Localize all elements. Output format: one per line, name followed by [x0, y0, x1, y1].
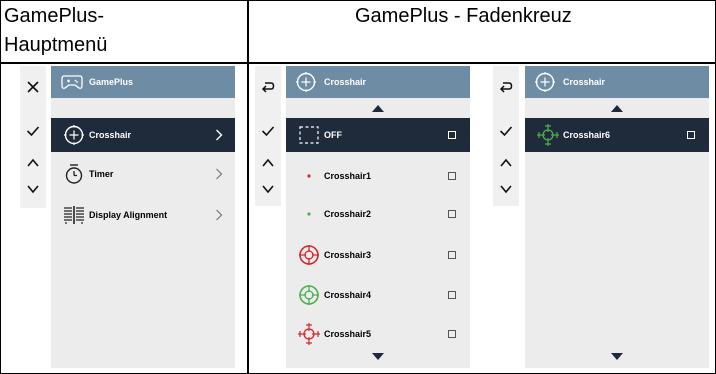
- close-icon: [27, 81, 39, 93]
- green-tick-crosshair-icon: [537, 124, 559, 146]
- menu-item-timer[interactable]: Timer: [51, 157, 235, 191]
- crosshair-option-label: Crosshair5: [324, 329, 372, 339]
- red-dot-icon: [307, 174, 311, 178]
- chevron-down-icon: [500, 185, 512, 194]
- crosshair-option-6[interactable]: Crosshair6: [525, 118, 709, 152]
- back-arrow-icon: [499, 82, 513, 93]
- chevron-up-icon: [262, 158, 274, 167]
- up-button[interactable]: [255, 152, 281, 174]
- crosshair-option-4[interactable]: Crosshair4: [286, 278, 470, 312]
- header-main-menu-line1: GamePlus-: [4, 5, 105, 27]
- checkbox[interactable]: [448, 172, 456, 180]
- chevron-right-icon: [216, 129, 223, 141]
- close-button[interactable]: [20, 76, 46, 98]
- menu-item-display-alignment[interactable]: Display Alignment: [51, 198, 235, 232]
- nav-strip-crosshair-scrolled: [493, 66, 519, 206]
- osd-panel-crosshair-scrolled: Crosshair Crosshair6: [525, 66, 709, 368]
- crosshair-icon: [296, 72, 316, 92]
- menu-item-label: Display Alignment: [89, 210, 168, 220]
- crosshair-option-2[interactable]: Crosshair2: [286, 197, 470, 231]
- crosshair-option-label: OFF: [324, 130, 342, 140]
- chevron-up-icon: [500, 158, 512, 167]
- up-button[interactable]: [493, 152, 519, 174]
- red-crosshair-icon: [299, 245, 319, 265]
- crosshair-option-off[interactable]: OFF: [286, 118, 470, 152]
- chevron-right-icon: [216, 168, 223, 180]
- crosshair-option-1[interactable]: Crosshair1: [286, 159, 470, 193]
- check-icon: [499, 126, 513, 137]
- red-tick-crosshair-icon: [298, 323, 320, 345]
- back-arrow-icon: [261, 82, 275, 93]
- back-button[interactable]: [493, 76, 519, 98]
- panel-title: Crosshair: [563, 77, 606, 87]
- osd-panel-main-menu: GamePlus Crosshair Timer Display Alignme…: [51, 66, 235, 368]
- check-icon: [26, 126, 40, 137]
- green-crosshair-icon: [299, 285, 319, 305]
- back-button[interactable]: [255, 76, 281, 98]
- checkbox[interactable]: [448, 251, 456, 259]
- up-button[interactable]: [20, 152, 46, 174]
- crosshair-option-label: Crosshair6: [563, 130, 611, 140]
- panel-header: Crosshair: [525, 66, 709, 98]
- gamepad-icon: [61, 75, 83, 89]
- menu-item-label: Crosshair: [89, 130, 132, 140]
- crosshair-icon: [535, 72, 555, 92]
- confirm-button[interactable]: [493, 120, 519, 142]
- scroll-up-arrow-icon[interactable]: [611, 105, 623, 112]
- chevron-right-icon: [216, 209, 223, 221]
- checkbox[interactable]: [448, 330, 456, 338]
- panel-header: GamePlus: [51, 66, 235, 98]
- down-button[interactable]: [20, 178, 46, 200]
- down-button[interactable]: [255, 178, 281, 200]
- chevron-down-icon: [262, 185, 274, 194]
- header-crosshair: GamePlus - Fadenkreuz: [355, 5, 572, 27]
- crosshair-option-label: Crosshair1: [324, 171, 372, 181]
- scroll-up-arrow-icon[interactable]: [372, 105, 384, 112]
- check-icon: [261, 126, 275, 137]
- confirm-button[interactable]: [255, 120, 281, 142]
- column-divider: [247, 0, 249, 374]
- display-alignment-icon: [64, 206, 84, 224]
- crosshair-icon: [64, 125, 84, 145]
- crosshair-option-label: Crosshair3: [324, 250, 372, 260]
- panel-title: GamePlus: [89, 77, 134, 87]
- checkbox[interactable]: [448, 291, 456, 299]
- off-dashed-box-icon: [299, 126, 319, 144]
- scroll-down-arrow-icon[interactable]: [611, 353, 623, 360]
- timer-icon: [65, 164, 83, 184]
- menu-item-crosshair[interactable]: Crosshair: [51, 118, 235, 152]
- menu-item-label: Timer: [89, 169, 114, 179]
- checkbox[interactable]: [687, 131, 695, 139]
- header-divider: [0, 62, 716, 64]
- confirm-button[interactable]: [20, 120, 46, 142]
- header-main-menu-line2: Hauptmenü: [4, 34, 108, 56]
- crosshair-option-5[interactable]: Crosshair5: [286, 317, 470, 351]
- green-dot-icon: [307, 212, 311, 216]
- nav-strip-main: [20, 66, 46, 208]
- osd-panel-crosshair: Crosshair OFF Crosshair1 Crosshair2 Cros…: [286, 66, 470, 368]
- down-button[interactable]: [493, 178, 519, 200]
- scroll-down-arrow-icon[interactable]: [372, 353, 384, 360]
- crosshair-option-label: Crosshair2: [324, 209, 372, 219]
- chevron-down-icon: [27, 185, 39, 194]
- chevron-up-icon: [27, 158, 39, 167]
- checkbox[interactable]: [448, 210, 456, 218]
- checkbox[interactable]: [448, 131, 456, 139]
- panel-title: Crosshair: [324, 77, 367, 87]
- crosshair-option-label: Crosshair4: [324, 290, 372, 300]
- crosshair-option-3[interactable]: Crosshair3: [286, 238, 470, 272]
- panel-header: Crosshair: [286, 66, 470, 98]
- nav-strip-crosshair: [255, 66, 281, 206]
